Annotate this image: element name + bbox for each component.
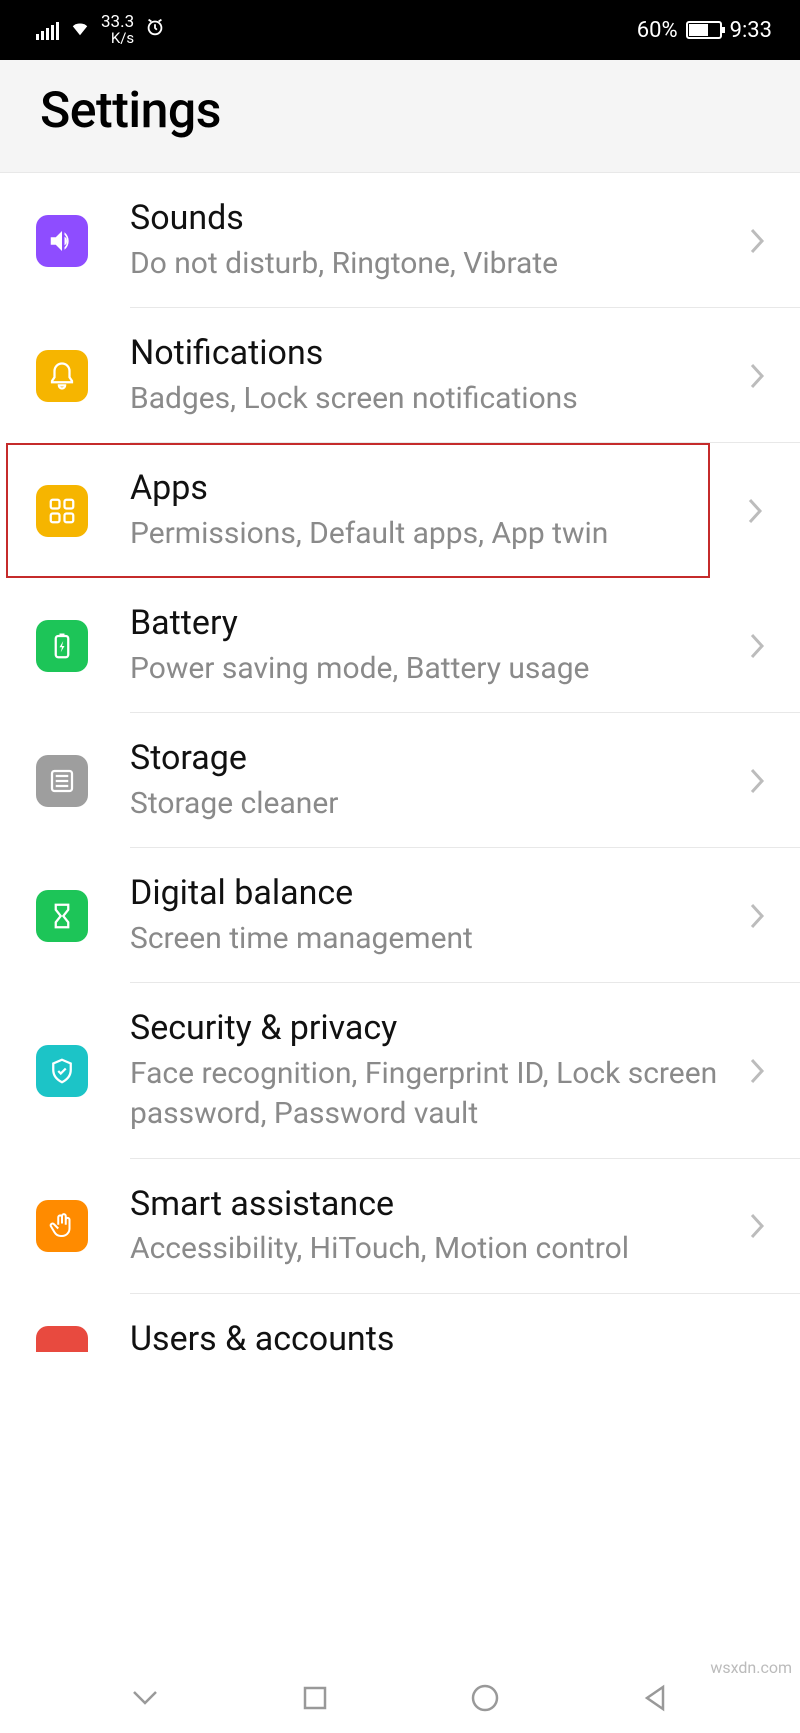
battery-charge-icon bbox=[36, 620, 88, 672]
item-title: Apps bbox=[130, 467, 682, 510]
apps-grid-icon bbox=[36, 485, 88, 537]
navigation-bar bbox=[0, 1663, 800, 1733]
item-subtitle: Accessibility, HiTouch, Motion control bbox=[130, 1229, 732, 1270]
bell-icon bbox=[36, 350, 88, 402]
status-right: 60% 9:33 bbox=[637, 18, 772, 43]
item-subtitle: Badges, Lock screen notifications bbox=[130, 379, 732, 420]
chevron-right-icon bbox=[742, 1212, 772, 1240]
settings-item-users-accounts[interactable]: Users & accounts bbox=[0, 1294, 800, 1361]
item-title: Sounds bbox=[130, 197, 732, 240]
settings-item-storage[interactable]: Storage Storage cleaner bbox=[0, 713, 800, 848]
settings-item-apps[interactable]: Apps Permissions, Default apps, App twin bbox=[6, 443, 710, 578]
watermark: wsxdn.com bbox=[710, 1658, 792, 1677]
item-title: Battery bbox=[130, 602, 732, 645]
settings-list: Sounds Do not disturb, Ringtone, Vibrate… bbox=[0, 173, 800, 1360]
alarm-icon bbox=[144, 16, 166, 44]
settings-item-sounds[interactable]: Sounds Do not disturb, Ringtone, Vibrate bbox=[0, 173, 800, 308]
status-bar: 33.3 K/s 60% 9:33 bbox=[0, 0, 800, 60]
network-speed: 33.3 K/s bbox=[101, 14, 134, 46]
settings-item-security-privacy[interactable]: Security & privacy Face recognition, Fin… bbox=[0, 983, 800, 1159]
item-subtitle: Storage cleaner bbox=[130, 784, 732, 825]
nav-back-button[interactable] bbox=[635, 1678, 675, 1718]
item-subtitle: Permissions, Default apps, App twin bbox=[130, 514, 682, 555]
nav-home-button[interactable] bbox=[465, 1678, 505, 1718]
page-header: Settings bbox=[0, 60, 800, 173]
item-title: Digital balance bbox=[130, 872, 732, 915]
users-icon bbox=[36, 1326, 88, 1352]
item-subtitle: Do not disturb, Ringtone, Vibrate bbox=[130, 244, 732, 285]
item-title: Security & privacy bbox=[130, 1007, 732, 1050]
item-title: Smart assistance bbox=[130, 1183, 732, 1226]
item-title: Storage bbox=[130, 737, 732, 780]
signal-icon bbox=[36, 20, 59, 40]
storage-icon bbox=[36, 755, 88, 807]
chevron-right-icon bbox=[742, 767, 772, 795]
settings-item-digital-balance[interactable]: Digital balance Screen time management bbox=[0, 848, 800, 983]
chevron-right-icon bbox=[740, 497, 770, 525]
chevron-right-icon bbox=[742, 362, 772, 390]
chevron-right-icon bbox=[742, 1057, 772, 1085]
chevron-right-icon bbox=[742, 227, 772, 255]
chevron-right-icon bbox=[742, 902, 772, 930]
shield-check-icon bbox=[36, 1045, 88, 1097]
battery-percent: 60% bbox=[637, 18, 678, 43]
item-title: Notifications bbox=[130, 332, 732, 375]
item-subtitle: Power saving mode, Battery usage bbox=[130, 649, 732, 690]
settings-item-notifications[interactable]: Notifications Badges, Lock screen notifi… bbox=[0, 308, 800, 443]
battery-icon bbox=[686, 21, 722, 39]
item-title: Users & accounts bbox=[130, 1318, 772, 1361]
item-subtitle: Screen time management bbox=[130, 919, 732, 960]
status-left: 33.3 K/s bbox=[36, 14, 166, 46]
page-title: Settings bbox=[40, 82, 760, 140]
sound-icon bbox=[36, 215, 88, 267]
wifi-icon bbox=[69, 18, 91, 43]
hourglass-icon bbox=[36, 890, 88, 942]
settings-item-smart-assistance[interactable]: Smart assistance Accessibility, HiTouch,… bbox=[0, 1159, 800, 1294]
hand-icon bbox=[36, 1200, 88, 1252]
clock: 9:33 bbox=[730, 18, 772, 43]
item-subtitle: Face recognition, Fingerprint ID, Lock s… bbox=[130, 1054, 732, 1135]
chevron-right-icon bbox=[742, 632, 772, 660]
nav-recent-button[interactable] bbox=[295, 1678, 335, 1718]
nav-hide-keyboard-button[interactable] bbox=[125, 1678, 165, 1718]
settings-item-battery[interactable]: Battery Power saving mode, Battery usage bbox=[0, 578, 800, 713]
